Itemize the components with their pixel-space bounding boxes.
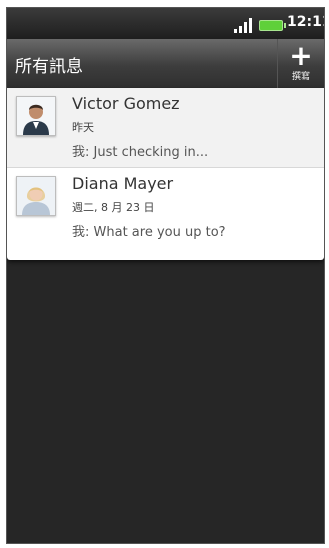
compose-button[interactable]: + 撰寫 [277,39,324,88]
signal-strength-icon [234,18,252,33]
title-bar: 所有訊息 + 撰寫 [7,39,324,89]
contact-photo-icon[interactable] [16,176,56,216]
contact-name: Diana Mayer [72,174,174,193]
message-preview: 我: Just checking in... [72,145,209,160]
compose-label: 撰寫 [291,72,310,82]
message-list: Victor Gomez 昨天 我: Just checking in... D… [7,88,324,260]
phone-screen: 12:11 所有訊息 + 撰寫 Victor Gomez 昨天 我: Just … [6,7,325,544]
message-date: 週二, 8 月 23 日 [72,201,155,214]
page-title: 所有訊息 [15,57,83,77]
contact-name: Victor Gomez [72,94,180,113]
status-time: 12:11 [287,14,324,30]
contact-photo-icon[interactable] [16,96,56,136]
message-thread-diana-mayer[interactable]: Diana Mayer 週二, 8 月 23 日 我: What are you… [7,167,324,248]
message-thread-victor-gomez[interactable]: Victor Gomez 昨天 我: Just checking in... [7,88,324,168]
message-preview: 我: What are you up to? [72,225,226,240]
status-bar: 12:11 [7,8,324,39]
battery-icon [259,20,286,31]
plus-icon: + [289,39,313,72]
message-date: 昨天 [72,121,94,134]
